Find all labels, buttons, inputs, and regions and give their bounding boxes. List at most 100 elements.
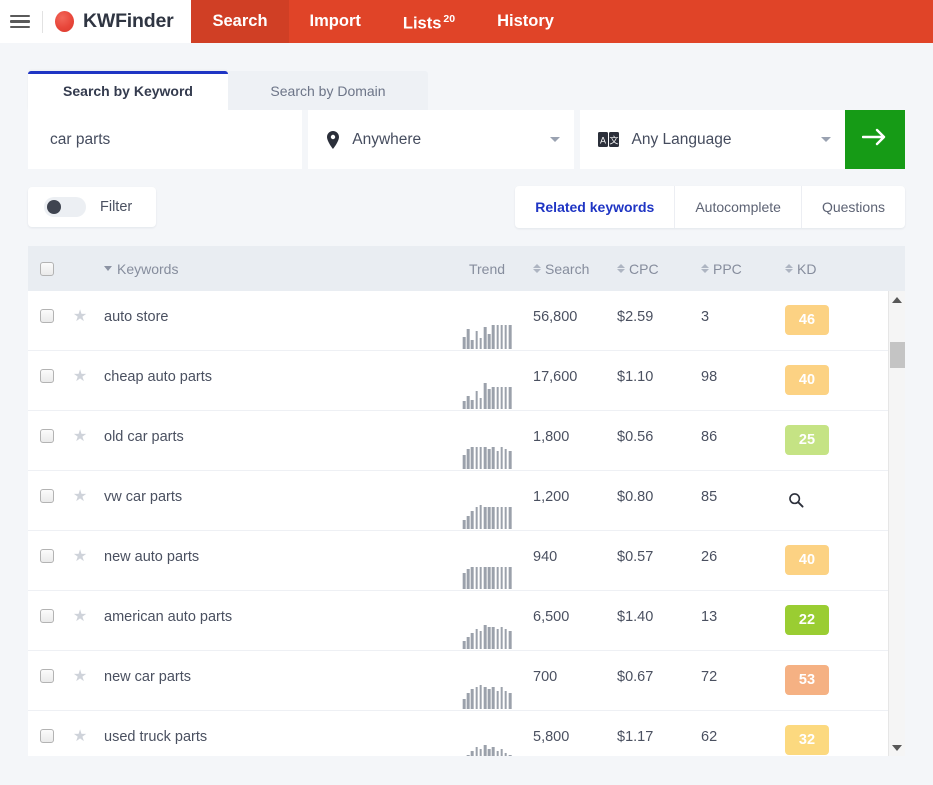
kd-score-badge: 32 (785, 725, 829, 755)
nav-item-search[interactable]: Search (191, 0, 288, 43)
keywords-column-label: Keywords (117, 261, 178, 277)
trend-cell (441, 711, 533, 756)
row-checkbox[interactable] (40, 609, 54, 623)
table-row[interactable]: ★american auto parts6,500$1.401322 (28, 591, 905, 651)
sort-arrows-icon-cpc (617, 264, 625, 273)
table-row[interactable]: ★vw car parts1,200$0.8085 (28, 471, 905, 531)
trend-cell (441, 591, 533, 651)
kd-score-badge: 40 (785, 365, 829, 395)
kd-score-badge: 46 (785, 305, 829, 335)
keyword-cell[interactable]: vw car parts (94, 471, 441, 505)
keywords-column-header[interactable]: Keywords (94, 261, 441, 277)
keyword-cell[interactable]: old car parts (94, 411, 441, 445)
select-all-checkbox[interactable] (40, 262, 54, 276)
table-row[interactable]: ★used truck parts5,800$1.176232 (28, 711, 905, 756)
kd-search-icon[interactable] (785, 485, 807, 515)
row-checkbox[interactable] (40, 369, 54, 383)
row-star-cell: ★ (66, 651, 94, 685)
filter-toggle-card[interactable]: Filter (28, 187, 156, 227)
keyword-cell[interactable]: american auto parts (94, 591, 441, 625)
trend-sparkline (463, 623, 512, 649)
table-row[interactable]: ★cheap auto parts17,600$1.109840 (28, 351, 905, 411)
keyword-cell[interactable]: auto store (94, 291, 441, 325)
search-column-header[interactable]: Search (533, 261, 617, 277)
search-submit-button[interactable] (845, 110, 905, 169)
favorite-star-icon[interactable]: ★ (73, 669, 87, 685)
keyword-cell[interactable]: used truck parts (94, 711, 441, 745)
kd-cell (785, 471, 873, 515)
brand-logo[interactable]: KWFinder (55, 10, 173, 33)
nav-item-history[interactable]: History (476, 0, 575, 43)
keyword-input-wrapper[interactable] (28, 110, 302, 169)
table-row[interactable]: ★new auto parts940$0.572640 (28, 531, 905, 591)
favorite-star-icon[interactable]: ★ (73, 489, 87, 505)
favorite-star-icon[interactable]: ★ (73, 549, 87, 565)
scroll-down-button[interactable] (889, 739, 905, 756)
row-star-cell: ★ (66, 291, 94, 325)
tab-questions[interactable]: Questions (801, 186, 905, 228)
location-select[interactable]: Anywhere (308, 110, 573, 169)
row-checkbox[interactable] (40, 549, 54, 563)
keyword-search-input[interactable] (48, 130, 282, 150)
cpc-cell: $0.56 (617, 411, 701, 445)
kd-column-label: KD (797, 261, 816, 277)
ppc-column-header[interactable]: PPC (701, 261, 785, 277)
star-header-cell (66, 260, 94, 278)
row-checkbox[interactable] (40, 729, 54, 743)
favorite-star-icon[interactable]: ★ (73, 309, 87, 325)
nav-item-import[interactable]: Import (289, 0, 382, 43)
nav-item-lists[interactable]: Lists20 (382, 0, 476, 45)
tab-related-keywords[interactable]: Related keywords (515, 186, 674, 228)
tab-autocomplete[interactable]: Autocomplete (674, 186, 801, 228)
brand-name: KWFinder (83, 10, 173, 33)
tab-search-by-domain[interactable]: Search by Domain (228, 71, 428, 110)
favorite-star-icon[interactable]: ★ (73, 609, 87, 625)
language-select[interactable]: A 文 Any Language (580, 110, 845, 169)
hamburger-menu-icon[interactable] (10, 15, 30, 29)
chevron-down-icon (550, 137, 560, 142)
search-volume-cell: 6,500 (533, 591, 617, 625)
table-body: ★auto store56,800$2.59346★cheap auto par… (28, 291, 905, 756)
nav-item-lists-label: Lists (403, 14, 442, 32)
sort-arrows-icon-search (533, 264, 541, 273)
cpc-cell: $0.57 (617, 531, 701, 565)
chevron-down-icon-2 (821, 137, 831, 142)
row-star-cell: ★ (66, 411, 94, 445)
table-row[interactable]: ★new car parts700$0.677253 (28, 651, 905, 711)
table-header-row: Keywords Trend Search CPC PPC KD (28, 246, 905, 291)
row-checkbox[interactable] (40, 489, 54, 503)
scrollbar-thumb[interactable] (890, 342, 905, 368)
row-checkbox[interactable] (40, 669, 54, 683)
favorite-star-icon[interactable]: ★ (73, 729, 87, 745)
scroll-up-button[interactable] (889, 291, 905, 308)
favorite-star-icon[interactable]: ★ (73, 429, 87, 445)
row-checkbox[interactable] (40, 309, 54, 323)
row-select-cell (28, 711, 66, 743)
keyword-cell[interactable]: new car parts (94, 651, 441, 685)
ppc-cell: 13 (701, 591, 785, 625)
arrow-right-icon (862, 127, 888, 152)
trend-sparkline (463, 323, 512, 349)
trend-sparkline (463, 563, 512, 589)
table-row[interactable]: ★old car parts1,800$0.568625 (28, 411, 905, 471)
filter-label: Filter (100, 199, 132, 215)
row-select-cell (28, 651, 66, 683)
table-row[interactable]: ★auto store56,800$2.59346 (28, 291, 905, 351)
trend-cell (441, 411, 533, 471)
kd-cell: 32 (785, 711, 873, 755)
cpc-column-header[interactable]: CPC (617, 261, 701, 277)
table-vertical-scrollbar[interactable] (888, 291, 905, 756)
keyword-cell[interactable]: new auto parts (94, 531, 441, 565)
keyword-cell[interactable]: cheap auto parts (94, 351, 441, 385)
scroll-up-arrow-icon (892, 297, 902, 303)
language-select-value: Any Language (632, 131, 809, 149)
main-navigation: Search Import Lists20 History (191, 0, 574, 43)
filter-toggle-switch[interactable] (44, 197, 86, 217)
row-checkbox[interactable] (40, 429, 54, 443)
favorite-star-icon[interactable]: ★ (73, 369, 87, 385)
tab-search-by-keyword[interactable]: Search by Keyword (28, 71, 228, 110)
header-brand-area: KWFinder (0, 0, 191, 43)
row-select-cell (28, 531, 66, 563)
kd-column-header[interactable]: KD (785, 261, 873, 277)
search-volume-cell: 1,200 (533, 471, 617, 505)
